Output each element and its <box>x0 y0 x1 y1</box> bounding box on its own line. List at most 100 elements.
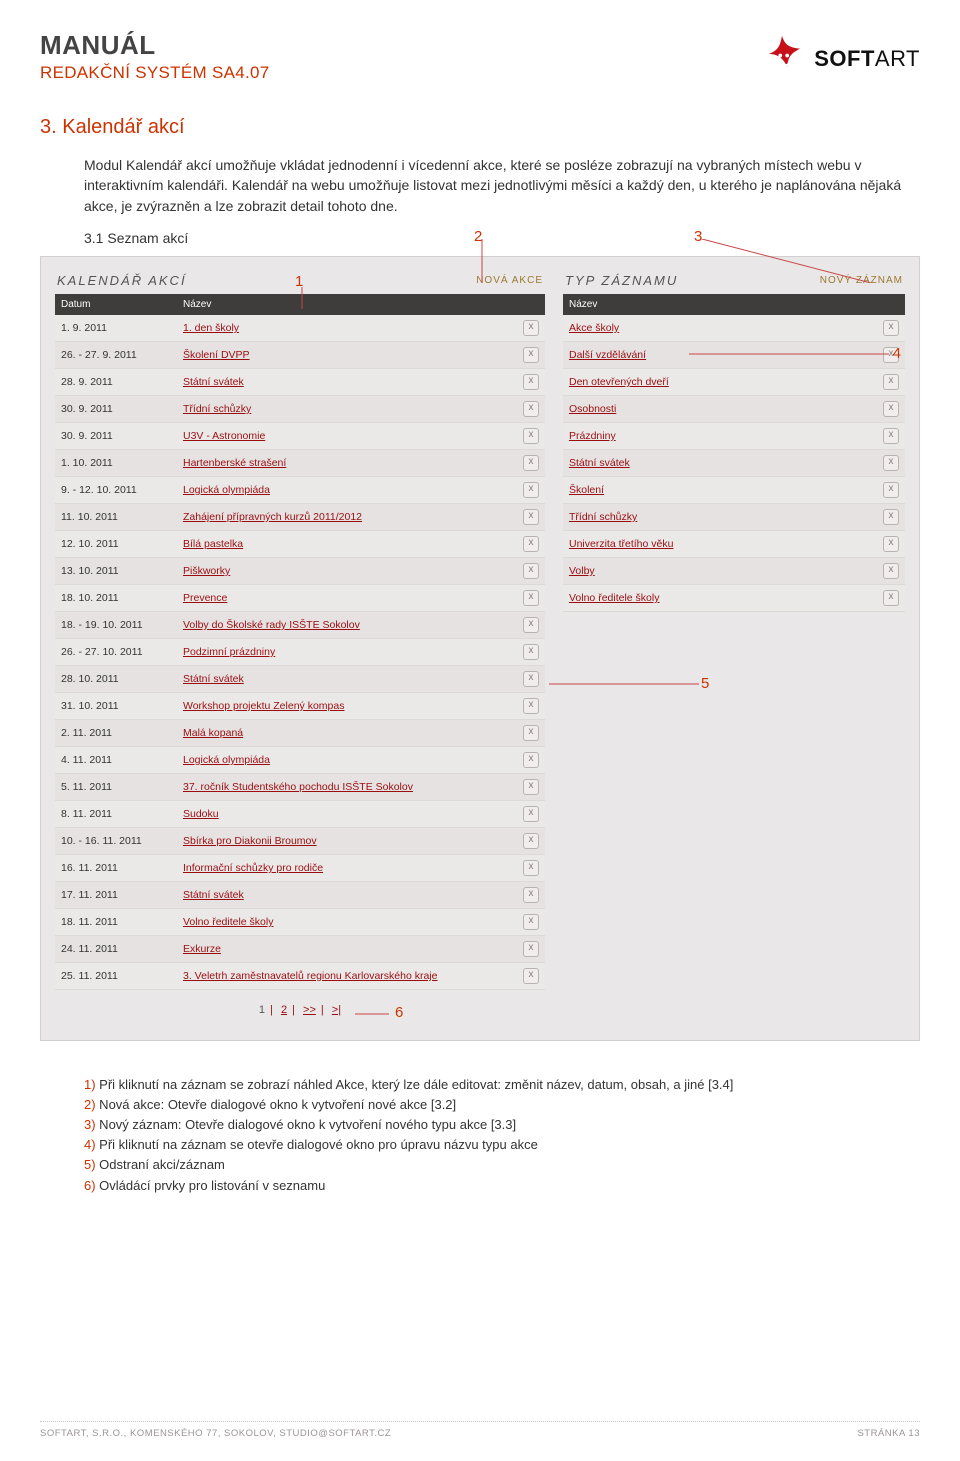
cell-date: 31. 10. 2011 <box>55 692 177 719</box>
event-link[interactable]: Exkurze <box>183 943 221 955</box>
col-name: Název <box>177 294 509 315</box>
delete-icon[interactable]: x <box>523 725 539 741</box>
event-link[interactable]: 37. ročník Studentského pochodu ISŠTE So… <box>183 781 413 793</box>
type-link[interactable]: Další vzdělávání <box>569 349 646 361</box>
delete-icon[interactable]: x <box>523 320 539 336</box>
event-link[interactable]: Státní svátek <box>183 376 244 388</box>
delete-icon[interactable]: x <box>883 590 899 606</box>
delete-icon[interactable]: x <box>883 482 899 498</box>
event-link[interactable]: Zahájení přípravných kurzů 2011/2012 <box>183 511 362 523</box>
table-row: Školení x <box>563 476 905 503</box>
delete-icon[interactable]: x <box>523 536 539 552</box>
event-link[interactable]: Třídní schůzky <box>183 403 251 415</box>
delete-icon[interactable]: x <box>523 968 539 984</box>
event-link[interactable]: Sbírka pro Diakonii Broumov <box>183 835 317 847</box>
table-row: Další vzdělávání x <box>563 341 905 368</box>
delete-icon[interactable]: x <box>883 536 899 552</box>
event-link[interactable]: Sudoku <box>183 808 219 820</box>
type-link[interactable]: Osobnosti <box>569 403 616 415</box>
delete-icon[interactable]: x <box>523 914 539 930</box>
delete-icon[interactable]: x <box>523 401 539 417</box>
delete-icon[interactable]: x <box>523 374 539 390</box>
delete-icon[interactable]: x <box>523 482 539 498</box>
delete-icon[interactable]: x <box>523 644 539 660</box>
event-link[interactable]: Prevence <box>183 592 227 604</box>
cell-date: 9. - 12. 10. 2011 <box>55 476 177 503</box>
delete-icon[interactable]: x <box>883 320 899 336</box>
event-link[interactable]: Logická olympiáda <box>183 754 270 766</box>
event-link[interactable]: Piškworky <box>183 565 230 577</box>
table-row: 5. 11. 2011 37. ročník Studentského pocho… <box>55 773 545 800</box>
event-link[interactable]: Volno ředitele školy <box>183 916 273 928</box>
delete-icon[interactable]: x <box>523 806 539 822</box>
table-row: 28. 9. 2011Státní svátekx <box>55 368 545 395</box>
delete-icon[interactable]: x <box>523 590 539 606</box>
delete-icon[interactable]: x <box>883 509 899 525</box>
event-link[interactable]: 3. Veletrh zaměstnavatelů regionu Karlov… <box>183 970 437 982</box>
delete-icon[interactable]: x <box>523 347 539 363</box>
delete-icon[interactable]: x <box>883 428 899 444</box>
type-link[interactable]: Třídní schůzky <box>569 511 637 523</box>
event-link[interactable]: Volby do Školské rady ISŠTE Sokolov <box>183 619 360 631</box>
type-link[interactable]: Volno ředitele školy <box>569 592 659 604</box>
delete-icon[interactable]: x <box>523 428 539 444</box>
table-row: 26. - 27. 10. 2011Podzimní prázdninyx <box>55 638 545 665</box>
event-link[interactable]: Hartenberské strašení <box>183 457 286 469</box>
delete-icon[interactable]: x <box>523 860 539 876</box>
doc-subtitle: REDAKČNÍ SYSTÉM SA4.07 <box>40 63 270 83</box>
event-link[interactable]: U3V - Astronomie <box>183 430 265 442</box>
delete-icon[interactable]: x <box>523 941 539 957</box>
delete-icon[interactable]: x <box>523 563 539 579</box>
type-link[interactable]: Akce školy <box>569 322 619 334</box>
cell-date: 18. 10. 2011 <box>55 584 177 611</box>
logo-star-icon <box>756 30 808 88</box>
type-link[interactable]: Volby <box>569 565 595 577</box>
delete-icon[interactable]: x <box>523 752 539 768</box>
type-link[interactable]: Den otevřených dveří <box>569 376 669 388</box>
event-link[interactable]: Informační schůzky pro rodiče <box>183 862 323 874</box>
delete-icon[interactable]: x <box>883 563 899 579</box>
table-row: 8. 11. 2011Sudokux <box>55 800 545 827</box>
cell-date: 1. 9. 2011 <box>55 315 177 342</box>
event-link[interactable]: Státní svátek <box>183 673 244 685</box>
delete-icon[interactable]: x <box>523 833 539 849</box>
pager-last[interactable]: >| <box>332 1004 341 1016</box>
delete-icon[interactable]: x <box>523 779 539 795</box>
event-link[interactable]: Logická olympiáda <box>183 484 270 496</box>
delete-icon[interactable]: x <box>523 509 539 525</box>
new-event-link[interactable]: NOVÁ AKCE <box>476 275 543 286</box>
event-link[interactable]: Workshop projektu Zelený kompas <box>183 700 344 712</box>
delete-icon[interactable]: x <box>883 374 899 390</box>
event-link[interactable]: Bílá pastelka <box>183 538 243 550</box>
event-link[interactable]: Malá kopaná <box>183 727 243 739</box>
legend-item-1: Při kliknutí na záznam se zobrazí náhled… <box>96 1077 734 1092</box>
footer-page-number: STRÁNKA 13 <box>857 1428 920 1439</box>
legend-item-2: Nová akce: Otevře dialogové okno k vytvo… <box>96 1097 457 1112</box>
cell-date: 4. 11. 2011 <box>55 746 177 773</box>
type-link[interactable]: Státní svátek <box>569 457 630 469</box>
event-link[interactable]: Státní svátek <box>183 889 244 901</box>
type-link[interactable]: Univerzita třetího věku <box>569 538 673 550</box>
table-row: 9. - 12. 10. 2011 Logická olympiáda x <box>55 476 545 503</box>
delete-icon[interactable]: x <box>883 401 899 417</box>
type-link[interactable]: Prázdniny <box>569 430 616 442</box>
new-type-link[interactable]: NOVÝ ZÁZNAM <box>820 275 903 286</box>
cell-date: 30. 9. 2011 <box>55 422 177 449</box>
delete-icon[interactable]: x <box>883 347 899 363</box>
delete-icon[interactable]: x <box>523 671 539 687</box>
cell-date: 5. 11. 2011 <box>55 773 177 800</box>
type-link[interactable]: Školení <box>569 484 604 496</box>
pager-page-2[interactable]: 2 <box>281 1004 287 1016</box>
event-link[interactable]: Podzimní prázdniny <box>183 646 275 658</box>
events-table: Datum Název 1. 9. 20111. den školyx26. -… <box>55 294 545 990</box>
section-body: Modul Kalendář akcí umožňuje vkládat jed… <box>40 155 920 246</box>
delete-icon[interactable]: x <box>523 698 539 714</box>
delete-icon[interactable]: x <box>523 455 539 471</box>
event-link[interactable]: 1. den školy <box>183 322 239 334</box>
pager-next[interactable]: >> <box>303 1004 316 1016</box>
event-link[interactable]: Školení DVPP <box>183 349 250 361</box>
table-row: Volby x <box>563 557 905 584</box>
delete-icon[interactable]: x <box>883 455 899 471</box>
delete-icon[interactable]: x <box>523 617 539 633</box>
delete-icon[interactable]: x <box>523 887 539 903</box>
